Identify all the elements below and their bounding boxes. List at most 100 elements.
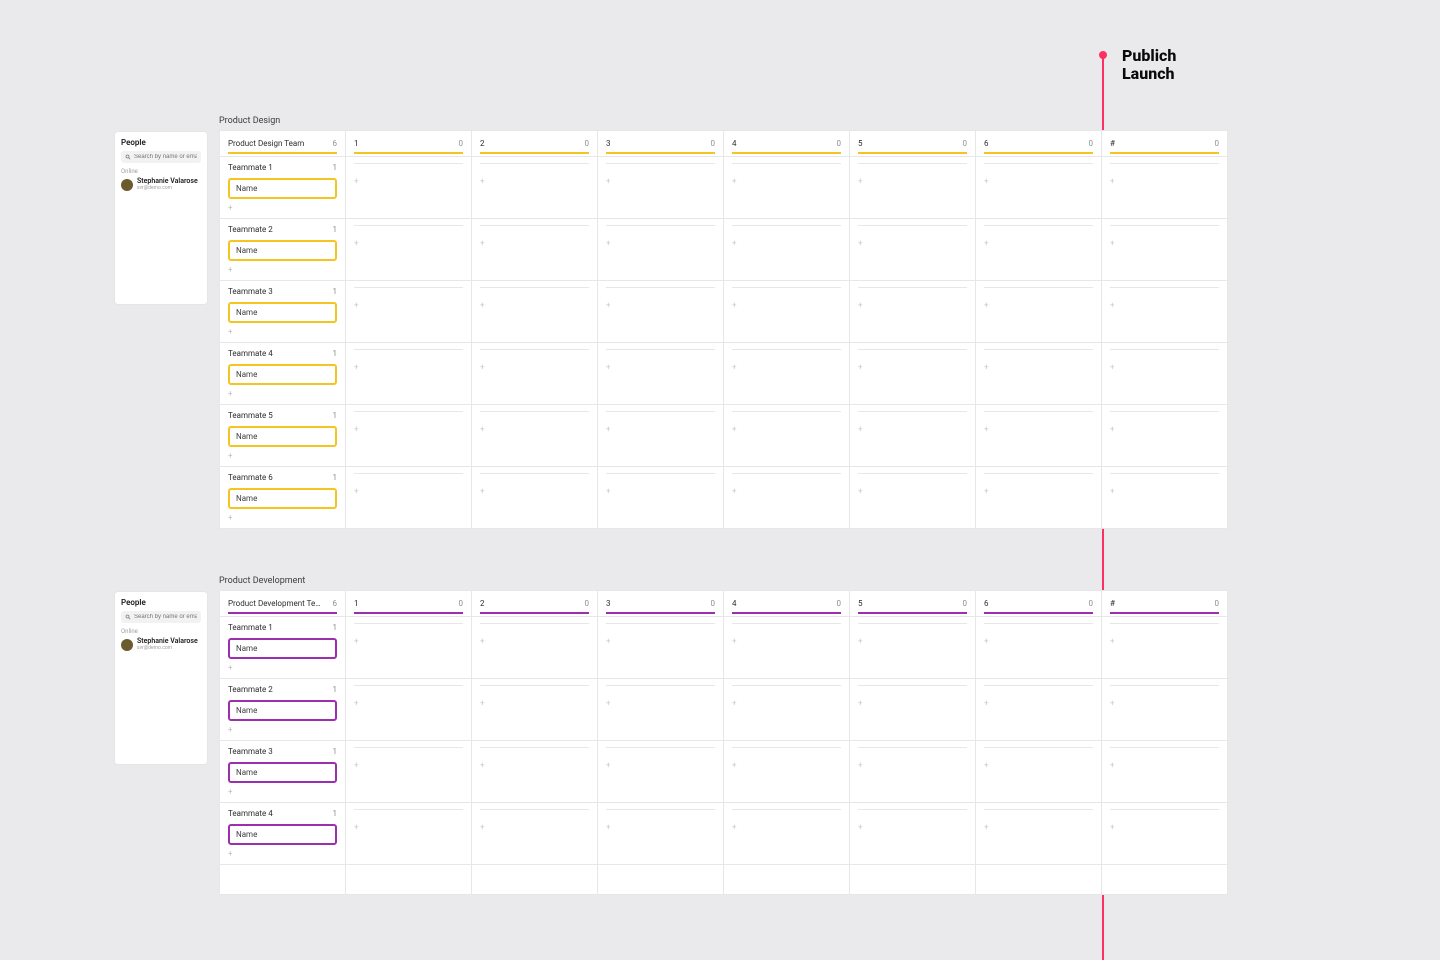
add-card-button[interactable]: + (984, 761, 989, 770)
add-card-button[interactable]: + (480, 425, 485, 434)
grid-cell[interactable]: + (850, 281, 976, 343)
add-card-button[interactable]: + (984, 177, 989, 186)
add-card-button[interactable]: + (354, 637, 359, 646)
name-card[interactable]: Name (228, 638, 337, 659)
grid-cell[interactable]: + (1102, 343, 1228, 405)
grid-cell[interactable]: + (346, 281, 472, 343)
grid-cell[interactable]: + (976, 467, 1102, 529)
add-card-button[interactable]: + (984, 699, 989, 708)
grid-cell[interactable]: + (976, 157, 1102, 219)
grid-cell[interactable]: + (850, 405, 976, 467)
grid-cell[interactable]: + (724, 467, 850, 529)
grid-cell[interactable]: + (598, 617, 724, 679)
add-card-button[interactable]: + (606, 301, 611, 310)
add-card-button[interactable]: + (858, 363, 863, 372)
grid-cell[interactable]: + (976, 803, 1102, 865)
add-card-button[interactable]: + (984, 301, 989, 310)
grid-cell[interactable]: + (598, 467, 724, 529)
grid-cell[interactable]: + (850, 679, 976, 741)
add-card-button[interactable]: + (220, 323, 345, 342)
grid-cell[interactable]: + (472, 219, 598, 281)
grid-cell[interactable]: + (346, 343, 472, 405)
add-card-button[interactable]: + (984, 487, 989, 496)
add-card-button[interactable]: + (480, 177, 485, 186)
grid-cell[interactable]: + (724, 617, 850, 679)
name-card[interactable]: Name (228, 302, 337, 323)
grid-cell[interactable]: + (1102, 157, 1228, 219)
add-card-button[interactable]: + (220, 659, 345, 678)
people-search[interactable] (121, 151, 201, 163)
grid-cell[interactable]: + (598, 405, 724, 467)
grid-cell[interactable]: + (724, 219, 850, 281)
add-card-button[interactable]: + (732, 301, 737, 310)
add-card-button[interactable]: + (354, 761, 359, 770)
add-card-button[interactable]: + (1110, 301, 1115, 310)
add-card-button[interactable]: + (1110, 363, 1115, 372)
add-card-button[interactable]: + (354, 177, 359, 186)
add-card-button[interactable]: + (732, 699, 737, 708)
add-card-button[interactable]: + (732, 239, 737, 248)
add-card-button[interactable]: + (606, 487, 611, 496)
add-card-button[interactable]: + (480, 301, 485, 310)
add-card-button[interactable]: + (220, 385, 345, 404)
grid-cell[interactable]: + (598, 281, 724, 343)
grid-cell[interactable] (346, 865, 472, 895)
name-card[interactable]: Name (228, 488, 337, 509)
add-card-button[interactable]: + (220, 845, 345, 864)
add-card-button[interactable]: + (354, 239, 359, 248)
add-card-button[interactable]: + (732, 487, 737, 496)
grid-cell[interactable]: + (1102, 803, 1228, 865)
add-card-button[interactable]: + (1110, 425, 1115, 434)
add-card-button[interactable]: + (480, 823, 485, 832)
add-card-button[interactable]: + (354, 699, 359, 708)
grid-cell[interactable]: + (850, 157, 976, 219)
grid-cell[interactable]: + (1102, 281, 1228, 343)
grid-cell[interactable]: + (346, 741, 472, 803)
grid-cell[interactable]: + (598, 157, 724, 219)
add-card-button[interactable]: + (220, 199, 345, 218)
grid-cell[interactable]: + (850, 617, 976, 679)
add-card-button[interactable]: + (606, 761, 611, 770)
add-card-button[interactable]: + (354, 301, 359, 310)
add-card-button[interactable]: + (354, 363, 359, 372)
grid-cell[interactable]: + (1102, 467, 1228, 529)
add-card-button[interactable]: + (1110, 823, 1115, 832)
add-card-button[interactable]: + (480, 637, 485, 646)
grid-cell[interactable] (1102, 865, 1228, 895)
grid-cell[interactable] (850, 865, 976, 895)
add-card-button[interactable]: + (220, 721, 345, 740)
add-card-button[interactable]: + (858, 487, 863, 496)
grid-cell[interactable]: + (1102, 405, 1228, 467)
add-card-button[interactable]: + (984, 239, 989, 248)
grid-cell[interactable]: + (724, 157, 850, 219)
grid-cell[interactable]: + (472, 343, 598, 405)
grid-cell[interactable]: + (346, 803, 472, 865)
name-card[interactable]: Name (228, 426, 337, 447)
grid-cell[interactable]: + (472, 617, 598, 679)
grid-cell[interactable]: + (1102, 741, 1228, 803)
add-card-button[interactable]: + (858, 823, 863, 832)
add-card-button[interactable]: + (1110, 487, 1115, 496)
add-card-button[interactable]: + (1110, 239, 1115, 248)
add-card-button[interactable]: + (984, 425, 989, 434)
add-card-button[interactable]: + (480, 487, 485, 496)
name-card[interactable]: Name (228, 762, 337, 783)
add-card-button[interactable]: + (220, 509, 345, 528)
grid-cell[interactable]: + (976, 219, 1102, 281)
add-card-button[interactable]: + (984, 823, 989, 832)
add-card-button[interactable]: + (732, 177, 737, 186)
add-card-button[interactable]: + (1110, 637, 1115, 646)
add-card-button[interactable]: + (1110, 761, 1115, 770)
add-card-button[interactable]: + (606, 363, 611, 372)
grid-cell[interactable]: + (472, 467, 598, 529)
user-row[interactable]: Stephanie Valarose svr@demo.com (121, 638, 201, 651)
grid-cell[interactable]: + (976, 281, 1102, 343)
add-card-button[interactable]: + (480, 761, 485, 770)
add-card-button[interactable]: + (732, 761, 737, 770)
grid-cell[interactable]: + (976, 617, 1102, 679)
add-card-button[interactable]: + (606, 425, 611, 434)
add-card-button[interactable]: + (606, 637, 611, 646)
name-card[interactable]: Name (228, 364, 337, 385)
people-search[interactable] (121, 611, 201, 623)
grid-cell[interactable]: + (472, 281, 598, 343)
